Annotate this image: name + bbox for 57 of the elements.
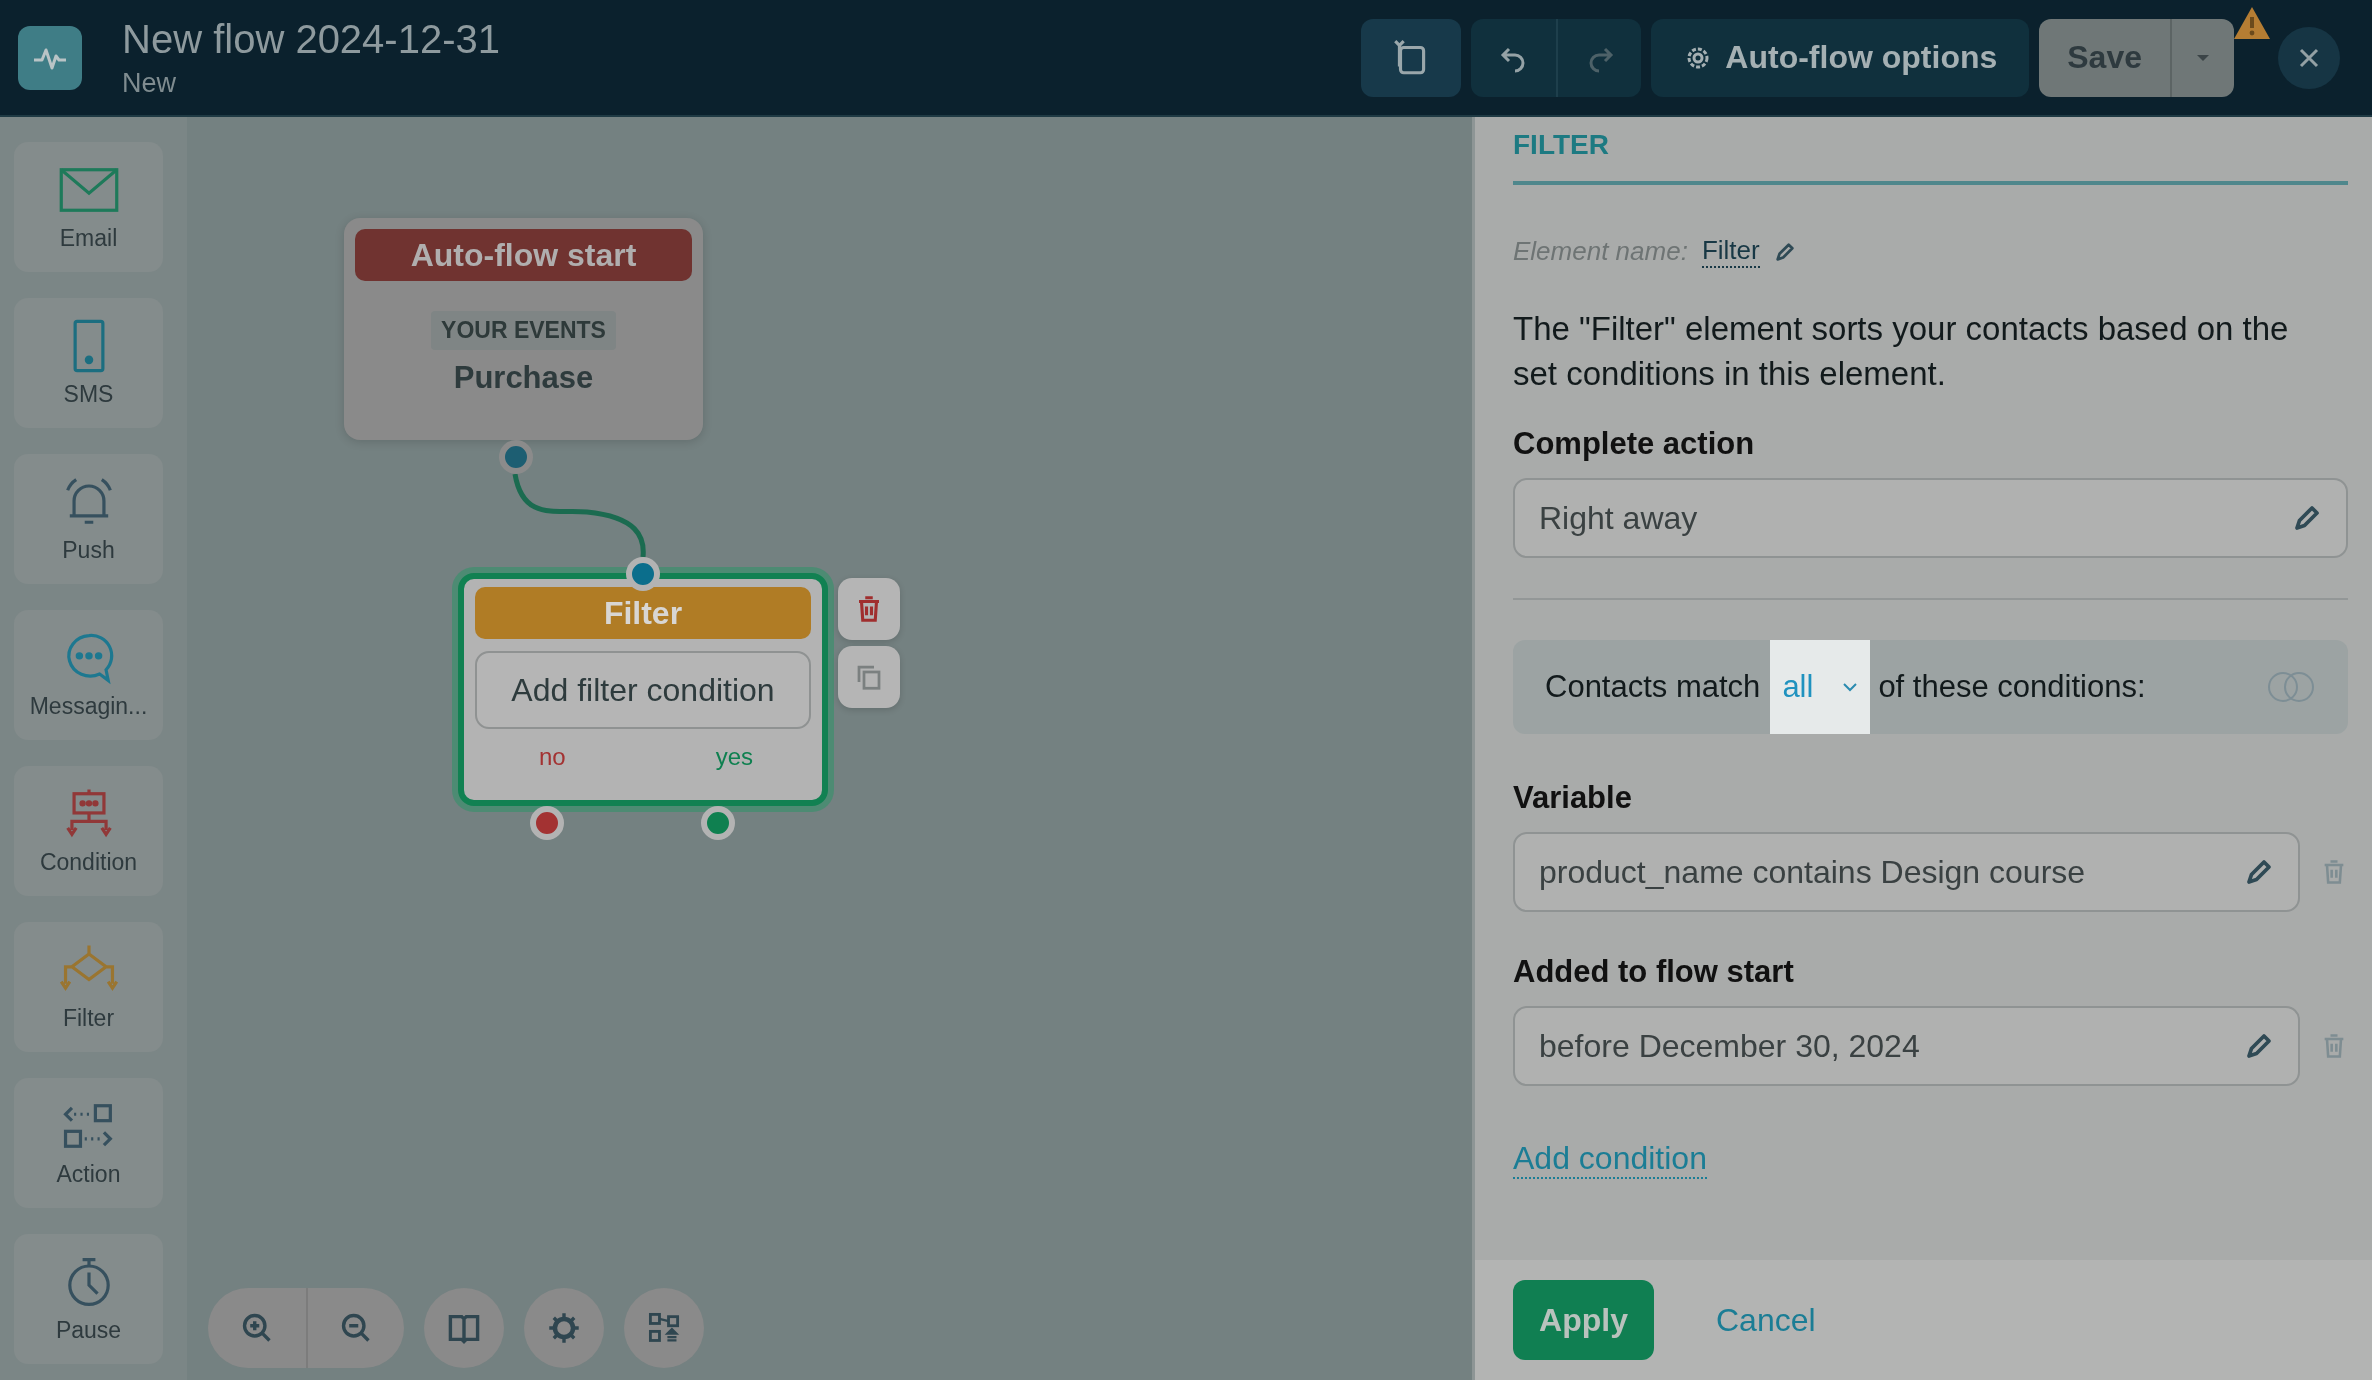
branch-label: no (539, 743, 566, 771)
element-label: Filter (62, 1004, 115, 1032)
match-mode-dropdown[interactable]: all (1770, 640, 1871, 734)
event-name: Purchase (453, 360, 594, 396)
flow-title: New flow 2024-12-31 (122, 16, 500, 62)
element-palette-item[interactable]: Action (14, 1078, 163, 1208)
add-filter-condition-button[interactable]: Add filter condition (475, 651, 811, 729)
element-label: Push (62, 536, 115, 564)
condition-label: Variable (1513, 780, 1633, 816)
condition-field[interactable]: product_name contains Design course (1513, 832, 2300, 912)
element-palette-item[interactable]: Messagin... (14, 610, 163, 740)
element-label: SMS (63, 380, 114, 408)
chevron-icon (1842, 682, 1859, 692)
match-label: of these conditions: (1878, 669, 2146, 705)
panel-section-title: FILTER (1513, 129, 2348, 185)
element-name-link[interactable]: Filter (1701, 235, 1760, 268)
settings-icon (547, 1311, 581, 1345)
element-palette-item[interactable]: Pause (14, 1234, 163, 1364)
condition-label: Added to flow start (1513, 954, 1795, 990)
element-label: Email (59, 224, 118, 252)
element-label: Condition (39, 848, 138, 876)
options-button[interactable]: Auto-flow options (1651, 18, 2030, 97)
output-port[interactable] (701, 806, 735, 840)
delete-button[interactable] (838, 578, 900, 640)
copy-button[interactable] (838, 646, 900, 708)
pencil-icon (2292, 503, 2322, 533)
complete-action-field[interactable]: Right away (1513, 478, 2348, 558)
cancel-button[interactable]: Cancel (1710, 1300, 1822, 1340)
add-condition-link[interactable]: Add condition (1513, 1140, 1707, 1179)
element-label: Action (56, 1160, 121, 1188)
pencil-icon[interactable] (1773, 240, 1796, 263)
flow-status: New (122, 67, 177, 99)
event-tag: YOUR EVENTS (431, 311, 616, 350)
node-header: Filter (475, 587, 811, 639)
description-text: The "Filter" element sorts your contacts based on the set conditions in this element. (1513, 309, 2290, 394)
caret-icon (2195, 52, 2211, 63)
diagram-icon (647, 1311, 681, 1345)
pencil-icon (2244, 1031, 2274, 1061)
pencil-icon (2244, 857, 2274, 887)
app-logo[interactable] (18, 25, 82, 90)
element-label: Pause (55, 1316, 122, 1344)
branch-label: yes (715, 743, 753, 771)
flow-node[interactable]: Auto-flow start YOUR EVENTS Purchase (344, 218, 703, 440)
element-palette-item[interactable]: Push (14, 454, 163, 584)
element-palette-item[interactable]: Condition (14, 766, 163, 896)
apply-button[interactable]: Apply (1513, 1280, 1654, 1360)
node-header: Auto-flow start (355, 229, 692, 281)
match-label: Contacts match (1545, 669, 1761, 705)
output-port[interactable] (499, 440, 533, 474)
element-label: Messagin... (29, 692, 148, 720)
element-name-label: Element name: (1513, 236, 1688, 267)
element-palette-item[interactable]: Filter (14, 922, 163, 1052)
element-palette-item[interactable]: Email (14, 142, 163, 272)
field-label: Complete action (1513, 426, 1756, 462)
condition-field[interactable]: before December 30, 2024 (1513, 1006, 2300, 1086)
element-palette-item[interactable]: SMS (14, 298, 163, 428)
output-port[interactable] (530, 806, 564, 840)
